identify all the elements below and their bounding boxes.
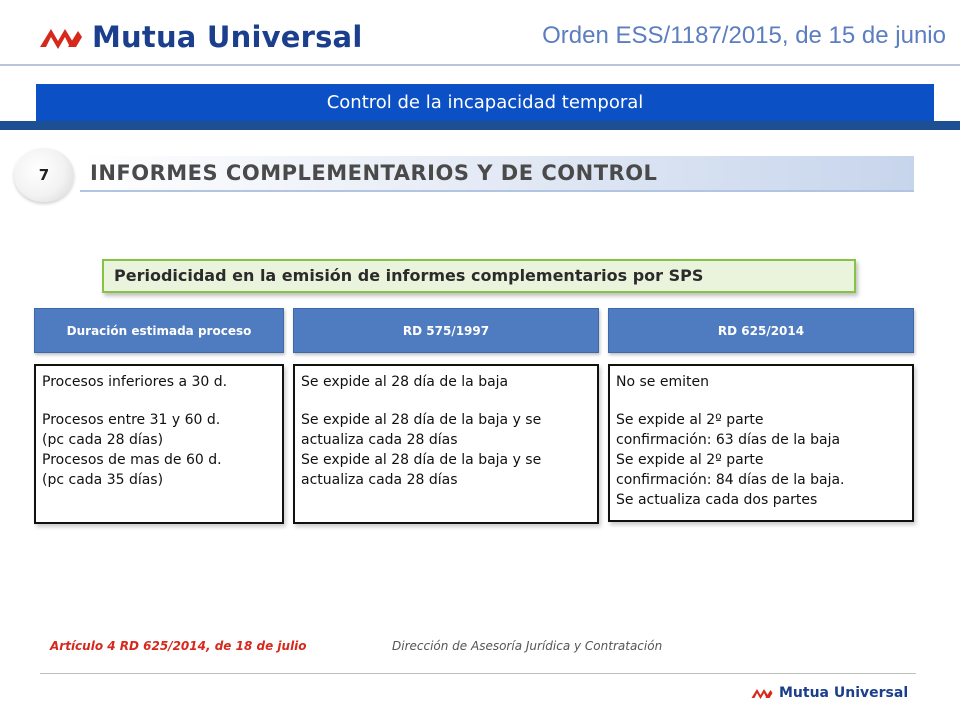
- footer-brand: Mutua Universal: [750, 685, 908, 701]
- banner-underline: [0, 121, 960, 130]
- footer-department: Dirección de Asesoría Jurídica y Contrat…: [392, 639, 663, 653]
- column-body-rd-625-2014: No se emiten Se expide al 2º parte confi…: [608, 364, 914, 522]
- brand: Mutua Universal: [38, 20, 362, 54]
- banner-title: Control de la incapacidad temporal: [36, 84, 934, 122]
- cell-gap: [301, 392, 591, 410]
- section-title: INFORMES COMPLEMENTARIOS Y DE CONTROL: [90, 161, 658, 185]
- mutua-universal-logo-icon: [40, 29, 82, 49]
- cell-line: actualiza cada 28 días: [301, 472, 458, 488]
- cell-line: confirmación: 84 días de la baja.: [616, 472, 845, 488]
- cell-line: Procesos inferiores a 30 d.: [42, 374, 228, 390]
- column-header-rd-625-2014: RD 625/2014: [608, 308, 914, 353]
- periodicity-label: Periodicidad en la emisión de informes c…: [102, 259, 856, 293]
- cell-line: Se expide al 28 día de la baja y se: [301, 412, 542, 428]
- cell-line: Se actualiza cada dos partes: [616, 492, 818, 508]
- mutua-universal-logo-icon: [751, 689, 773, 699]
- cell-line: Procesos de mas de 60 d.: [42, 452, 222, 468]
- section-number-badge: 7: [14, 148, 74, 202]
- footer-article-reference: Artículo 4 RD 625/2014, de 18 de julio: [50, 639, 307, 653]
- cell-line: No se emiten: [616, 374, 709, 390]
- cell-line: confirmación: 63 días de la baja: [616, 432, 841, 448]
- column-header-rd-575-1997: RD 575/1997: [293, 308, 599, 353]
- cell-line: Procesos entre 31 y 60 d.: [42, 412, 221, 428]
- footer-brand-name: Mutua Universal: [779, 685, 909, 701]
- column-body-rd-575-1997: Se expide al 28 día de la baja Se expide…: [293, 364, 599, 524]
- cell-line: (pc cada 35 días): [42, 472, 164, 488]
- cell-gap: [616, 392, 906, 410]
- footer-divider: [40, 673, 916, 674]
- cell-line: actualiza cada 28 días: [301, 432, 458, 448]
- order-reference: Orden ESS/1187/2015, de 15 de junio: [542, 22, 946, 49]
- section-title-bar: INFORMES COMPLEMENTARIOS Y DE CONTROL: [80, 156, 914, 192]
- cell-line: Se expide al 2º parte: [616, 452, 764, 468]
- column-header-duration: Duración estimada proceso: [34, 308, 284, 353]
- header-divider: [0, 64, 960, 66]
- cell-line: (pc cada 28 días): [42, 432, 164, 448]
- cell-gap: [42, 392, 276, 410]
- cell-line: Se expide al 28 día de la baja: [301, 374, 509, 390]
- cell-line: Se expide al 28 día de la baja y se: [301, 452, 542, 468]
- brand-name: Mutua Universal: [92, 20, 363, 54]
- cell-line: Se expide al 2º parte: [616, 412, 764, 428]
- column-body-duration: Procesos inferiores a 30 d. Procesos ent…: [34, 364, 284, 524]
